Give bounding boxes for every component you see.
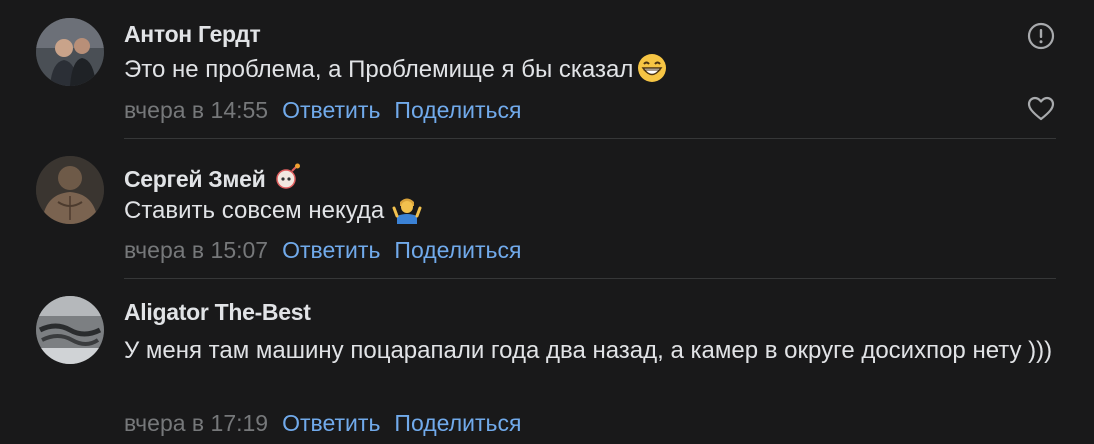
comment-item: Антон Гердт Это не проблема, а Проблемищ… (0, 0, 1094, 140)
comment-divider (124, 278, 1056, 279)
comment-author[interactable]: Aligator The-Best (124, 299, 311, 326)
comment-text: Ставить совсем некуда (124, 194, 1064, 228)
bomb-badge-icon (276, 163, 301, 189)
comment-text: Это не проблема, а Проблемище я бы сказа… (124, 53, 1064, 87)
avatar[interactable] (36, 18, 104, 86)
reply-button[interactable]: Ответить (282, 410, 380, 436)
share-button[interactable]: Поделиться (394, 410, 521, 436)
comment-divider (124, 138, 1056, 139)
comment-time[interactable]: вчера в 15:07 (124, 237, 268, 263)
comment-time[interactable]: вчера в 14:55 (124, 97, 268, 123)
comment-meta: вчера в 15:07 Ответить Поделиться (124, 237, 535, 264)
exclamation-circle-icon[interactable] (1026, 21, 1056, 51)
avatar[interactable] (36, 296, 104, 364)
avatar[interactable] (36, 156, 104, 224)
reply-button[interactable]: Ответить (282, 97, 380, 123)
comment-author[interactable]: Сергей Змей (124, 161, 303, 193)
heart-outline-icon[interactable] (1026, 94, 1056, 124)
share-button[interactable]: Поделиться (394, 97, 521, 123)
comment-item: Aligator The-Best У меня там машину поца… (0, 280, 1094, 444)
comment-text-content: Ставить совсем некуда (124, 197, 385, 224)
grinning-face-emoji (638, 54, 667, 82)
reply-button[interactable]: Ответить (282, 237, 380, 263)
comment-meta: вчера в 14:55 Ответить Поделиться (124, 97, 535, 124)
person-shrugging-emoji (392, 198, 422, 224)
comment-meta: вчера в 17:19 Ответить Поделиться (124, 410, 535, 437)
comment-text: У меня там машину поцарапали года два на… (124, 337, 1053, 364)
comment-author[interactable]: Антон Гердт (124, 21, 261, 48)
comment-item: Сергей Змей Ставить совсем некуда вчера … (0, 140, 1094, 280)
comment-time[interactable]: вчера в 17:19 (124, 410, 268, 436)
comment-text-content: Это не проблема, а Проблемище я бы сказа… (124, 56, 634, 83)
share-button[interactable]: Поделиться (394, 237, 521, 263)
author-name[interactable]: Сергей Змей (124, 166, 266, 192)
